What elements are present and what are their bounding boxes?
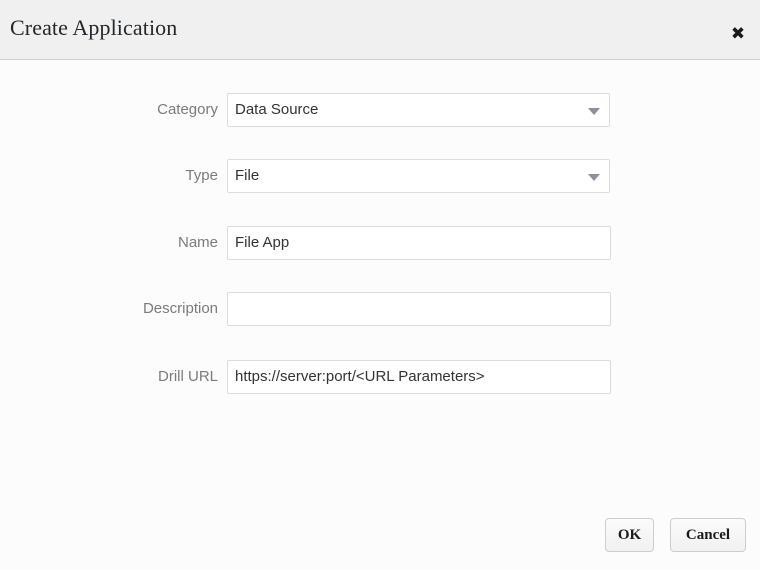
category-select[interactable]: Data Source [227, 93, 610, 127]
create-application-dialog: Create Application ✖ Category Data Sourc… [0, 0, 760, 570]
chevron-down-icon [588, 174, 600, 181]
drill-url-value: https://server:port/<URL Parameters> [235, 361, 603, 393]
dialog-header: Create Application ✖ [0, 0, 760, 60]
name-input[interactable]: File App [227, 226, 611, 260]
name-value: File App [235, 227, 603, 259]
description-value [235, 293, 603, 325]
type-value: File [235, 160, 583, 192]
type-select[interactable]: File [227, 159, 610, 193]
description-label: Description [0, 292, 218, 326]
ok-button[interactable]: OK [605, 518, 654, 552]
form-area: Category Data Source Type File Name File… [0, 61, 760, 501]
form-row-category: Category Data Source [0, 93, 760, 127]
cancel-button[interactable]: Cancel [670, 518, 746, 552]
description-input[interactable] [227, 292, 611, 326]
category-label: Category [0, 93, 218, 127]
drill-url-input[interactable]: https://server:port/<URL Parameters> [227, 360, 611, 394]
form-row-drill-url: Drill URL https://server:port/<URL Param… [0, 360, 760, 394]
drill-url-label: Drill URL [0, 360, 218, 394]
type-label: Type [0, 159, 218, 193]
form-row-type: Type File [0, 159, 760, 193]
dialog-title: Create Application [10, 14, 177, 42]
form-row-description: Description [0, 292, 760, 326]
chevron-down-icon [588, 108, 600, 115]
close-icon[interactable]: ✖ [724, 22, 752, 46]
category-value: Data Source [235, 94, 583, 126]
dialog-footer: OK Cancel [0, 500, 760, 570]
name-label: Name [0, 226, 218, 260]
form-row-name: Name File App [0, 226, 760, 260]
